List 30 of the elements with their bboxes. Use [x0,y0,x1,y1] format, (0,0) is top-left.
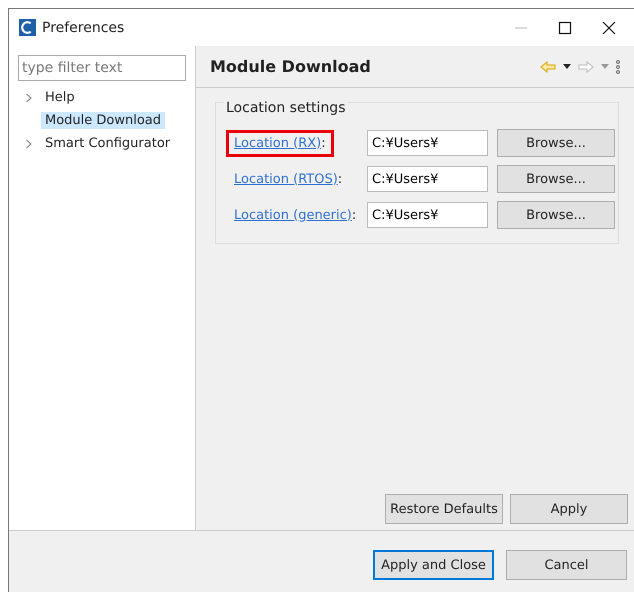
tree-item[interactable]: Module Download [41,112,166,129]
dropdown-icon[interactable] [563,64,571,69]
page-button[interactable]: Apply [510,494,628,524]
location-link[interactable]: Location (RTOS) [234,172,338,186]
group-title: Location settings [224,100,348,116]
page-button[interactable]: Restore Defaults [385,494,503,524]
browse-button[interactable]: Browse... [497,165,615,193]
location-label: Location (RX): [226,130,334,156]
tree-item[interactable]: Help [41,89,79,106]
location-link[interactable]: Location (RX) [234,136,322,150]
chevron-icon[interactable] [25,92,33,102]
dialog-button[interactable]: Apply and Close [373,550,494,580]
path-field[interactable]: C:¥Users¥ [367,202,488,228]
chevron-icon[interactable] [25,138,33,148]
path-field[interactable]: C:¥Users¥ [367,166,488,192]
maximize-icon[interactable] [558,20,572,34]
filter-field[interactable]: type filter text [18,55,186,81]
tree-item[interactable]: Smart Configurator [41,135,174,152]
location-link[interactable]: Location (generic) [234,208,352,222]
close-icon[interactable] [602,20,616,34]
app-logo-icon [19,19,36,36]
page-title: Module Download [210,57,371,76]
location-label: Location (generic): [233,206,358,224]
browse-button[interactable]: Browse... [497,129,615,157]
location-label: Location (RTOS): [233,170,344,188]
dialog-button[interactable]: Cancel [506,550,627,580]
window-title: Preferences [42,20,124,36]
more-icon[interactable] [616,60,620,74]
browse-button[interactable]: Browse... [497,201,615,229]
path-field[interactable]: C:¥Users¥ [367,130,488,156]
